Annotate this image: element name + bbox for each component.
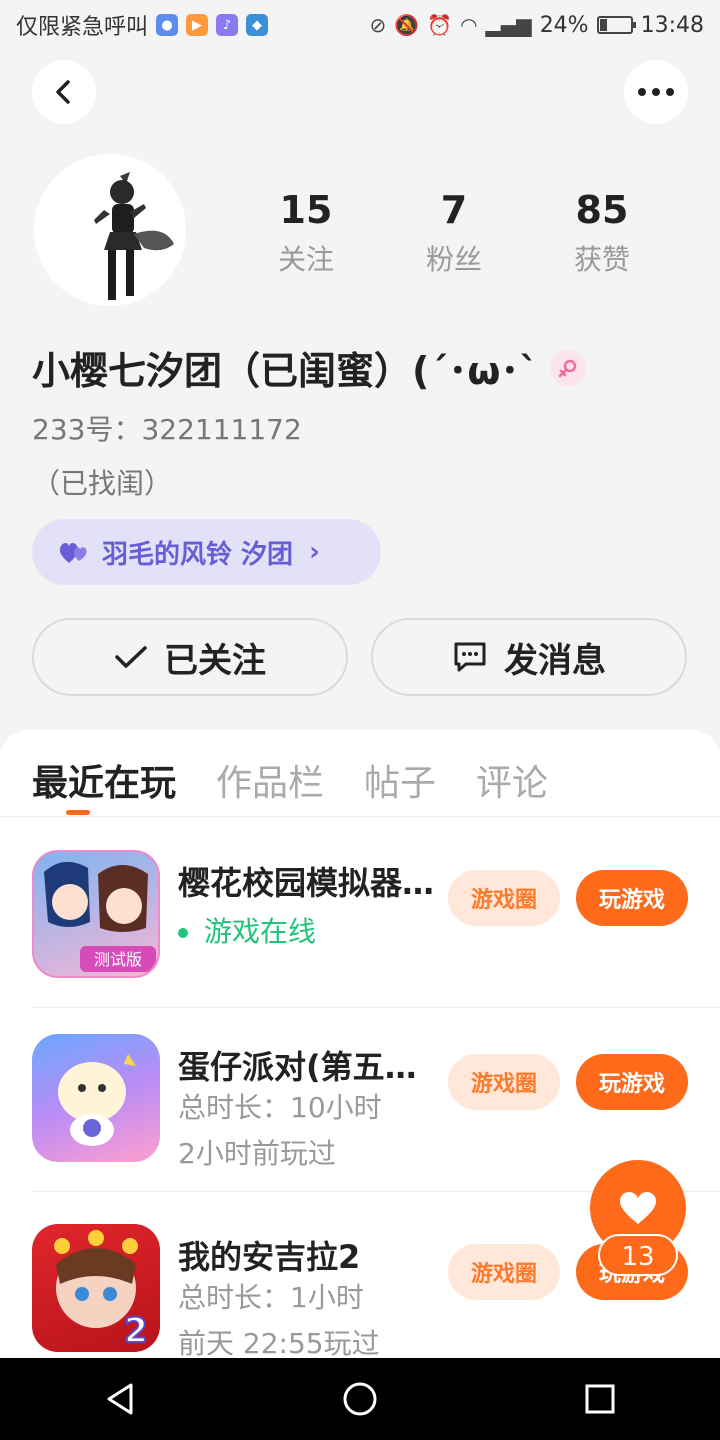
circle-home-icon bbox=[343, 1382, 377, 1416]
game-last-played: 2小时前玩过 bbox=[178, 1137, 336, 1170]
eggy-party-game-icon bbox=[32, 1034, 160, 1162]
signal-icon: ▂▄▆ bbox=[485, 13, 532, 37]
game-total-playtime: 总时长：1小时 bbox=[178, 1281, 364, 1314]
nav-home-button[interactable] bbox=[320, 1369, 400, 1429]
svg-text:2: 2 bbox=[124, 1311, 148, 1351]
check-icon bbox=[115, 646, 147, 668]
tabs-divider bbox=[0, 816, 720, 817]
triangle-back-icon bbox=[107, 1383, 133, 1415]
stat-likes[interactable]: 85 获赞 bbox=[528, 186, 676, 278]
send-message-button[interactable]: 发消息 bbox=[371, 618, 687, 696]
square-recents-icon bbox=[585, 1384, 615, 1414]
carrier-text: 仅限紧急呼叫 bbox=[16, 15, 149, 40]
battery-icon bbox=[596, 16, 636, 34]
mute-icon: 🔕 bbox=[394, 13, 420, 37]
tab-recently-played[interactable]: 最近在玩 bbox=[32, 754, 176, 806]
game-title: 樱花校园模拟器测试版 bbox=[178, 864, 438, 902]
profile-tabs: 最近在玩 作品栏 帖子 评论 bbox=[32, 754, 548, 806]
chevron-right-icon: › bbox=[309, 537, 320, 567]
followed-button[interactable]: 已关注 bbox=[32, 618, 348, 696]
stat-value: 15 bbox=[279, 188, 333, 232]
wifi-icon: ◠ bbox=[460, 13, 478, 37]
send-message-button-label: 发消息 bbox=[504, 640, 606, 681]
username: 小樱七汐团（已闺蜜）(´･ω･` bbox=[32, 349, 539, 393]
tab-comments[interactable]: 评论 bbox=[476, 754, 548, 806]
app-notification-icon: ● bbox=[156, 14, 179, 36]
active-tab-indicator bbox=[66, 810, 90, 815]
game-title: 蛋仔派对(第五人格联动) bbox=[178, 1048, 438, 1086]
play-notification-icon: ▶ bbox=[186, 14, 209, 36]
online-status-dot bbox=[178, 928, 188, 938]
stat-label: 粉丝 bbox=[425, 243, 482, 276]
user-id: 233号：322111172 bbox=[32, 413, 302, 446]
tab-works[interactable]: 作品栏 bbox=[216, 754, 324, 806]
stat-label: 关注 bbox=[277, 243, 334, 276]
game-status: 游戏在线 bbox=[178, 910, 316, 950]
status-bar: 仅限紧急呼叫 ● ▶ ♪ ◆ ⊘ 🔕 ⏰ ◠ ▂▄▆ 24% 13:48 bbox=[0, 0, 720, 50]
sim-icon: ⊘ bbox=[369, 13, 387, 37]
game-list-item[interactable]: 测试版 樱花校园模拟器测试版 游戏在线 游戏圈 玩游戏 bbox=[32, 818, 720, 1008]
stat-label: 获赞 bbox=[573, 243, 630, 276]
game-circle-button[interactable]: 游戏圈 bbox=[448, 870, 560, 926]
stat-value: 85 bbox=[575, 188, 629, 232]
nav-back-button[interactable] bbox=[80, 1369, 160, 1429]
like-count-badge: 13 bbox=[598, 1234, 678, 1276]
svg-text:测试版: 测试版 bbox=[94, 950, 142, 969]
game-title: 我的安吉拉2 bbox=[178, 1238, 361, 1276]
avatar[interactable] bbox=[34, 154, 186, 306]
stat-followers[interactable]: 7 粉丝 bbox=[380, 186, 528, 278]
stat-value: 7 bbox=[440, 188, 468, 232]
double-heart-icon bbox=[59, 543, 87, 563]
username-row: 小樱七汐团（已闺蜜）(´･ω･` bbox=[32, 340, 587, 395]
back-button[interactable] bbox=[32, 60, 96, 124]
heart-icon bbox=[620, 1192, 656, 1224]
game-circle-button[interactable]: 游戏圈 bbox=[448, 1054, 560, 1110]
play-game-button[interactable]: 玩游戏 bbox=[576, 870, 688, 926]
shield-notification-icon: ◆ bbox=[246, 14, 269, 36]
relationship-tag-label: 羽毛的风铃 汐团 bbox=[102, 539, 294, 570]
online-status-text: 游戏在线 bbox=[204, 915, 317, 948]
music-notification-icon: ♪ bbox=[216, 14, 239, 36]
tab-posts[interactable]: 帖子 bbox=[364, 754, 436, 806]
female-gender-icon bbox=[550, 349, 587, 386]
battery-percent: 24% bbox=[539, 12, 589, 38]
clock: 13:48 bbox=[640, 12, 704, 38]
my-talking-angela-game-icon: 2 bbox=[32, 1224, 160, 1352]
game-total-playtime: 总时长：10小时 bbox=[178, 1091, 382, 1124]
more-dots-icon bbox=[638, 88, 674, 96]
chat-bubble-icon bbox=[454, 642, 486, 672]
game-circle-button[interactable]: 游戏圈 bbox=[448, 1244, 560, 1300]
play-game-button[interactable]: 玩游戏 bbox=[576, 1054, 688, 1110]
game-last-played: 前天 22:55玩过 bbox=[178, 1327, 380, 1360]
followed-button-label: 已关注 bbox=[164, 640, 266, 681]
system-nav-bar bbox=[0, 1358, 720, 1440]
chevron-left-icon bbox=[56, 80, 70, 104]
relationship-tag[interactable]: 羽毛的风铃 汐团 › bbox=[32, 519, 381, 585]
more-button[interactable] bbox=[624, 60, 688, 124]
nav-recents-button[interactable] bbox=[560, 1369, 640, 1429]
stat-following[interactable]: 15 关注 bbox=[232, 186, 380, 278]
user-bio: （已找闺） bbox=[32, 467, 173, 500]
sakura-school-game-icon: 测试版 bbox=[32, 850, 160, 978]
alarm-icon: ⏰ bbox=[427, 13, 453, 37]
profile-stats: 15 关注 7 粉丝 85 获赞 bbox=[232, 186, 676, 278]
avatar-character-image bbox=[94, 172, 174, 300]
